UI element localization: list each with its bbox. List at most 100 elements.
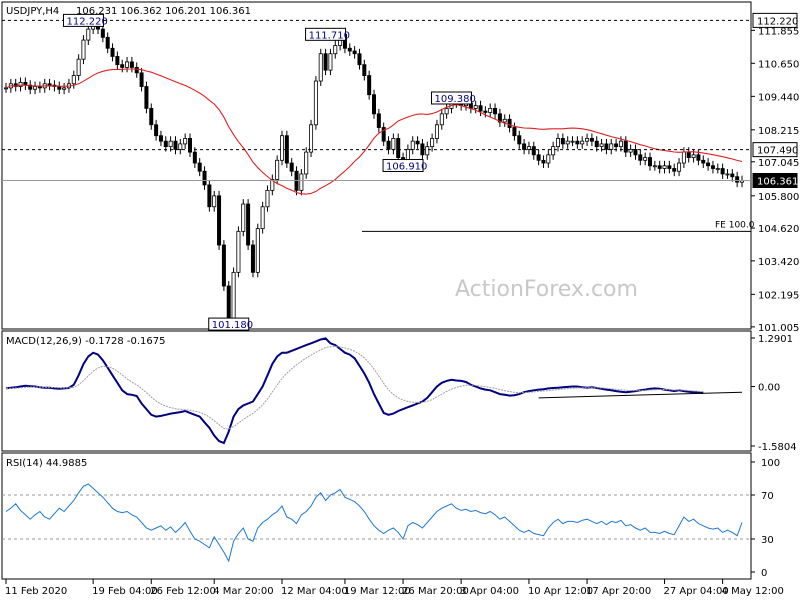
annotation-label: 109.380: [434, 94, 475, 105]
x-axis-label: 4 Mar 20:00: [213, 586, 273, 597]
candle-body: [197, 162, 202, 172]
price-y-tick-label: 104.620: [758, 224, 799, 235]
price-y-tick-label: 102.195: [758, 290, 799, 301]
price-y-tick-label: 110.650: [758, 59, 799, 70]
candle-body: [396, 138, 401, 158]
candle-body: [279, 135, 284, 161]
candle-body: [125, 61, 130, 68]
candle-body: [430, 138, 435, 148]
candle-body: [76, 58, 81, 76]
candle-body: [425, 146, 430, 156]
candle-body: [701, 159, 706, 164]
price-y-tick-label: 103.420: [758, 257, 799, 268]
rsi-line: [5, 483, 743, 563]
candle-body: [260, 206, 265, 230]
candle-body: [57, 86, 62, 90]
macd-y-tick-label: 0.00: [758, 383, 780, 394]
price-tag-current: 106.361: [757, 176, 798, 187]
candle-body: [633, 148, 638, 156]
candle-body: [134, 66, 139, 74]
candle-body: [648, 157, 653, 167]
candle-body: [183, 138, 188, 145]
candle-body: [309, 124, 314, 153]
candle-body: [618, 140, 623, 148]
x-axis-label: 3 Apr 04:00: [460, 586, 519, 597]
candle-body: [604, 143, 609, 150]
candle-body: [81, 39, 86, 60]
macd-line: [5, 337, 704, 445]
candle-body: [493, 107, 498, 115]
x-axis-label: 26 Feb 12:00: [150, 586, 216, 597]
candle-body: [735, 176, 740, 183]
x-axis-label: 11 Feb 2020: [5, 586, 67, 597]
candle-body: [71, 75, 76, 85]
candle-body: [212, 195, 217, 208]
candle-body: [168, 140, 173, 148]
candle-body: [638, 154, 643, 161]
candle-body: [289, 162, 294, 172]
candle-body: [226, 285, 231, 323]
price-panel-symbol: USDJPY,H4: [6, 6, 59, 17]
candle-body: [207, 184, 212, 208]
candle-body: [730, 173, 735, 178]
price-y-tick-label: 108.215: [758, 126, 799, 137]
candle-body: [599, 143, 604, 148]
candle-body: [478, 105, 483, 112]
macd-y-tick-label: 1.2901: [758, 334, 793, 345]
rsi-y-tick-label: 0: [761, 568, 767, 579]
x-axis-label: 10 Apr 12:00: [528, 586, 593, 597]
candle-body: [556, 138, 561, 148]
candle-body: [444, 107, 449, 115]
candle-body: [202, 170, 207, 186]
candle-body: [371, 94, 376, 115]
candle-body: [86, 28, 91, 41]
annotation-label: 111.710: [309, 30, 350, 41]
candle-body: [570, 140, 575, 143]
candle-body: [439, 113, 444, 126]
candle-body: [710, 165, 715, 169]
rsi-y-tick-label: 70: [761, 491, 774, 502]
candle-body: [507, 118, 512, 128]
candle-body: [560, 138, 565, 145]
candle-body: [323, 53, 328, 71]
candle-body: [120, 64, 125, 68]
candle-body: [275, 159, 280, 180]
macd-panel-title: MACD(12,26,9) -0.1728 -0.1675: [6, 336, 166, 347]
candle-body: [415, 140, 420, 145]
candle-body: [100, 28, 105, 38]
candle-body: [522, 143, 527, 150]
candle-body: [691, 154, 696, 158]
candle-body: [677, 162, 682, 172]
candle-body: [246, 203, 251, 246]
rsi-panel-title: RSI(14) 44.9885: [6, 458, 87, 469]
candle-body: [236, 230, 241, 273]
candle-body: [623, 140, 628, 153]
candle-body: [575, 140, 580, 145]
candle-body: [367, 75, 372, 96]
candle-body: [536, 154, 541, 161]
candle-body: [667, 165, 672, 169]
candle-body: [585, 138, 590, 142]
candle-body: [144, 86, 149, 109]
candle-body: [541, 159, 546, 164]
x-axis-label: 27 Apr 04:00: [664, 586, 729, 597]
candle-body: [386, 140, 391, 150]
candle-body: [163, 140, 168, 148]
candle-body: [696, 154, 701, 161]
candle-body: [333, 45, 338, 55]
watermark: ActionForex.com: [455, 277, 638, 302]
candle-body: [589, 138, 594, 142]
candle-body: [410, 140, 415, 150]
candle-body: [681, 151, 686, 164]
candle-body: [352, 50, 357, 55]
candle-body: [551, 146, 556, 156]
candle-body: [250, 244, 255, 273]
candle-body: [517, 135, 522, 145]
price-y-tick-label: 111.855: [758, 26, 799, 37]
candle-body: [706, 162, 711, 167]
candle-body: [129, 61, 134, 68]
candle-body: [657, 165, 662, 169]
x-axis-label: 19 Mar 12:00: [344, 586, 411, 597]
candle-body: [362, 64, 367, 76]
candle-body: [652, 165, 657, 168]
